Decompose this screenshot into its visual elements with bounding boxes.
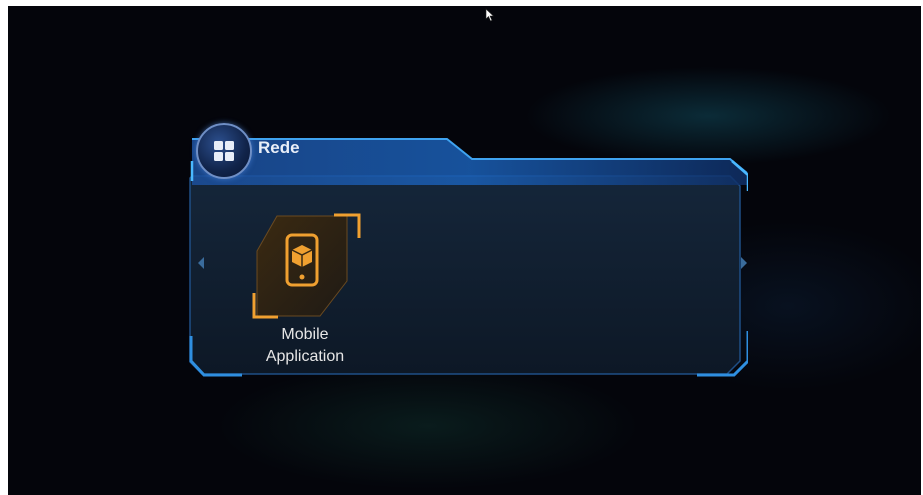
menu-item-mobile-application[interactable] xyxy=(242,211,362,321)
grid-menu-icon xyxy=(214,141,234,161)
network-menu-panel: Rede Mobile Application xyxy=(182,121,748,383)
tv-screen: Rede Mobile Application xyxy=(8,6,921,495)
chevron-left-icon[interactable] xyxy=(196,256,206,270)
chevron-right-icon[interactable] xyxy=(739,256,749,270)
menu-title-badge xyxy=(196,123,252,179)
menu-title: Rede xyxy=(258,138,300,157)
menu-item-label-line2: Application xyxy=(265,348,345,365)
menu-item-label: Mobile Application xyxy=(230,324,380,368)
menu-item-label-line1: Mobile xyxy=(281,326,329,343)
mouse-cursor-icon xyxy=(485,8,495,22)
